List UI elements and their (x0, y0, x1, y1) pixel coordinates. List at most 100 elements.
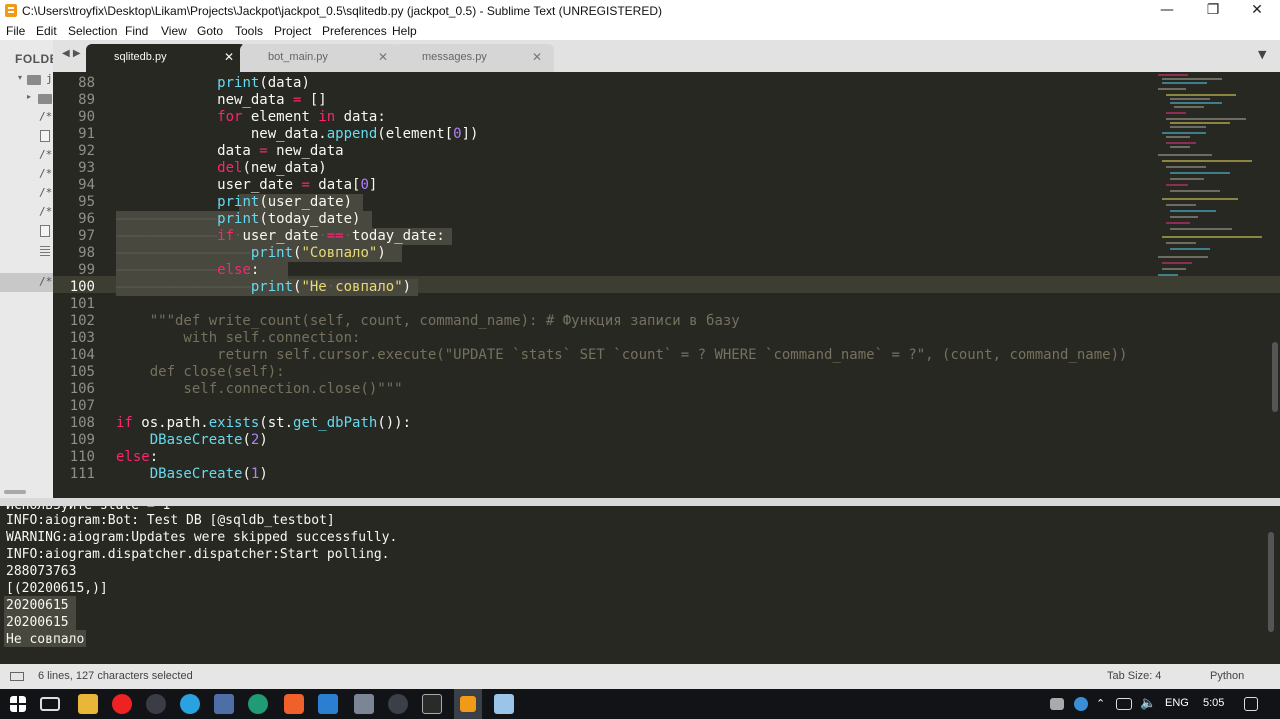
tab-messages[interactable]: messages.py ✕ (394, 44, 554, 72)
code-line: ————————————else: (116, 262, 260, 278)
menu-view[interactable]: View (161, 24, 187, 38)
clock[interactable]: 5:05 (1203, 697, 1224, 709)
code-line: ————————————————print("Не·совпало") (116, 279, 412, 295)
line-number: 88 (78, 75, 95, 91)
line-number: 91 (78, 126, 95, 142)
menu-tools[interactable]: Tools (235, 24, 263, 38)
python-file-icon: /* (39, 148, 53, 161)
build-output-panel[interactable]: Используйте state = 1 INFO:aiogram:Bot: … (0, 506, 1280, 664)
editor-scrollbar[interactable] (1272, 342, 1278, 412)
code-line: user_date = data[0] (116, 177, 378, 193)
code-line: return self.cursor.execute("UPDATE `stat… (116, 347, 1128, 363)
sidebar-item-folder[interactable]: ▸ (0, 89, 53, 108)
code-line: DBaseCreate(1) (149, 466, 268, 482)
terminal-icon[interactable] (422, 694, 442, 714)
folder-icon (38, 94, 52, 104)
line-number: 108 (69, 415, 95, 431)
sidebar-item-file[interactable] (0, 222, 53, 241)
notepad-icon[interactable] (494, 694, 514, 714)
line-number: 95 (78, 194, 95, 210)
sidebar-item-file[interactable]: /* (0, 184, 53, 203)
edge-icon[interactable] (248, 694, 268, 714)
console-scrollbar[interactable] (1268, 532, 1274, 632)
console-line: Не совпало (6, 632, 85, 647)
telegram-icon[interactable] (180, 694, 200, 714)
network-icon[interactable] (1116, 698, 1132, 710)
notification-icon[interactable] (1244, 697, 1258, 711)
tab-list-dropdown[interactable]: ▼ (1258, 48, 1266, 61)
code-line: data = new_data (116, 143, 344, 159)
console-line: 20200615 (6, 615, 69, 630)
code-line: for element in data: (217, 109, 386, 125)
tab-nav-arrows[interactable]: ◀ ▶ (62, 48, 81, 59)
minimap[interactable] (1148, 72, 1273, 282)
brave-icon[interactable] (284, 694, 304, 714)
tab-label: sqlitedb.py (114, 51, 167, 63)
yandex-browser-icon[interactable] (112, 694, 132, 714)
sidebar-root-folder[interactable]: ▾ ja (0, 70, 53, 89)
text-file-icon (40, 246, 50, 247)
code-line: else: (116, 449, 159, 465)
line-number: 89 (78, 92, 95, 108)
app-icon[interactable] (146, 694, 166, 714)
title-bar: C:\Users\troyfix\Desktop\Likam\Projects\… (0, 0, 1280, 22)
app-icon[interactable] (354, 694, 374, 714)
minimize-button[interactable]: — (1144, 0, 1190, 22)
code-line: def close(self): (116, 364, 285, 380)
volume-icon[interactable]: 🔈 (1140, 695, 1156, 711)
tab-bot-main[interactable]: bot_main.py ✕ (240, 44, 400, 72)
tray-app-icon[interactable] (1050, 698, 1064, 710)
start-icon[interactable] (10, 696, 26, 712)
line-number: 90 (78, 109, 95, 125)
panel-toggle-icon[interactable] (10, 672, 24, 681)
tab-sqlitedb[interactable]: sqlitedb.py ✕ (86, 44, 246, 72)
sidebar-item-file[interactable]: /* (0, 203, 53, 222)
sidebar-item-file[interactable] (0, 241, 53, 260)
line-number: 102 (69, 313, 95, 329)
line-number: 101 (69, 296, 95, 312)
close-icon[interactable]: ✕ (532, 50, 542, 64)
line-number: 99 (78, 262, 95, 278)
console-divider[interactable] (0, 498, 1280, 506)
line-number: 107 (69, 398, 95, 414)
file-explorer-icon[interactable] (78, 694, 98, 714)
code-editor[interactable]: 88 89 90 91 92 93 94 95 96 97 98 99 100 … (53, 72, 1280, 498)
console-line: INFO:aiogram:Bot: Test DB [@sqldb_testbo… (6, 513, 335, 528)
code-line: with self.connection: (116, 330, 361, 346)
close-window-button[interactable]: ✕ (1234, 0, 1280, 22)
tab-size-indicator[interactable]: Tab Size: 4 (1107, 670, 1161, 682)
app-icon[interactable] (214, 694, 234, 714)
tray-app-icon[interactable] (1074, 697, 1088, 711)
menu-file[interactable]: File (6, 24, 25, 38)
sidebar-item-active-file[interactable]: /* (0, 273, 53, 292)
task-view-icon[interactable] (40, 697, 60, 711)
maximize-button[interactable]: ❐ (1190, 0, 1236, 22)
sidebar-item-file[interactable]: /* (0, 165, 53, 184)
menu-find[interactable]: Find (125, 24, 148, 38)
menu-goto[interactable]: Goto (197, 24, 223, 38)
chevron-right-icon: ▸ (27, 92, 32, 101)
chevron-down-icon: ▾ (18, 73, 23, 82)
menu-project[interactable]: Project (274, 24, 311, 38)
window-title: C:\Users\troyfix\Desktop\Likam\Projects\… (22, 4, 663, 18)
sidebar-scrollbar[interactable] (4, 490, 26, 494)
vscode-icon[interactable] (318, 694, 338, 714)
sidebar-item-file[interactable] (0, 127, 53, 146)
language-indicator[interactable]: ENG (1165, 697, 1189, 709)
tray-chevron-icon[interactable]: ⌃ (1096, 697, 1105, 710)
menu-help[interactable]: Help (392, 24, 417, 38)
sidebar-item-file[interactable]: /* (0, 108, 53, 127)
app-icon[interactable] (388, 694, 408, 714)
close-icon[interactable]: ✕ (378, 50, 388, 64)
console-line: 288073763 (6, 564, 77, 579)
sidebar-item-file[interactable]: /* (0, 146, 53, 165)
menu-preferences[interactable]: Preferences (322, 24, 387, 38)
close-icon[interactable]: ✕ (224, 50, 234, 64)
code-line: new_data = [] (116, 92, 327, 108)
menu-edit[interactable]: Edit (36, 24, 57, 38)
tab-label: messages.py (422, 51, 487, 63)
menu-selection[interactable]: Selection (68, 24, 117, 38)
status-bar: 6 lines, 127 characters selected Tab Siz… (0, 664, 1280, 689)
syntax-indicator[interactable]: Python (1210, 670, 1244, 682)
